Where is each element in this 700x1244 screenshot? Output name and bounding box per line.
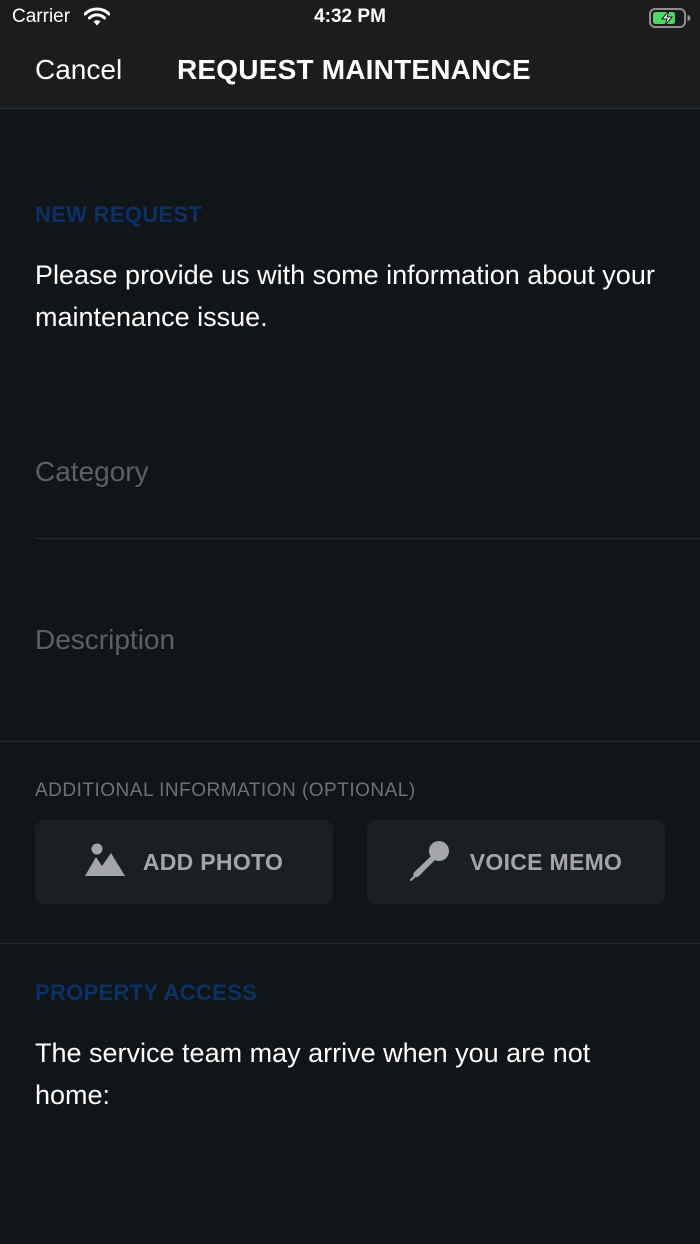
battery-charging-icon: [649, 7, 691, 34]
additional-divider: [0, 943, 700, 944]
photo-icon: [84, 842, 125, 883]
property-access-text: The service team may arrive when you are…: [35, 1038, 591, 1110]
clock-label: 4:32 PM: [314, 6, 386, 27]
cancel-button[interactable]: Cancel: [35, 54, 122, 86]
category-divider: [35, 538, 700, 539]
description-field[interactable]: Description: [35, 624, 700, 656]
add-photo-button[interactable]: ADD PHOTO: [35, 820, 333, 904]
voice-memo-button[interactable]: VOICE MEMO: [367, 820, 665, 904]
add-photo-label: ADD PHOTO: [142, 848, 284, 875]
additional-information-label: ADDITIONAL INFORMATION (OPTIONAL): [35, 780, 416, 801]
new-request-header: NEW REQUEST: [35, 202, 203, 227]
category-field[interactable]: Category: [35, 456, 700, 488]
new-request-intro: Please provide us with some information …: [35, 260, 655, 332]
navigation-bar: Cancel REQUEST MAINTENANCE: [0, 36, 700, 109]
page-title: REQUEST MAINTENANCE: [177, 54, 531, 85]
property-access-header: PROPERTY ACCESS: [35, 980, 258, 1005]
microphone-icon: [409, 839, 452, 886]
description-divider: [0, 741, 700, 742]
voice-memo-label: VOICE MEMO: [469, 848, 623, 875]
status-bar: Carrier 4:32 PM: [0, 0, 700, 36]
